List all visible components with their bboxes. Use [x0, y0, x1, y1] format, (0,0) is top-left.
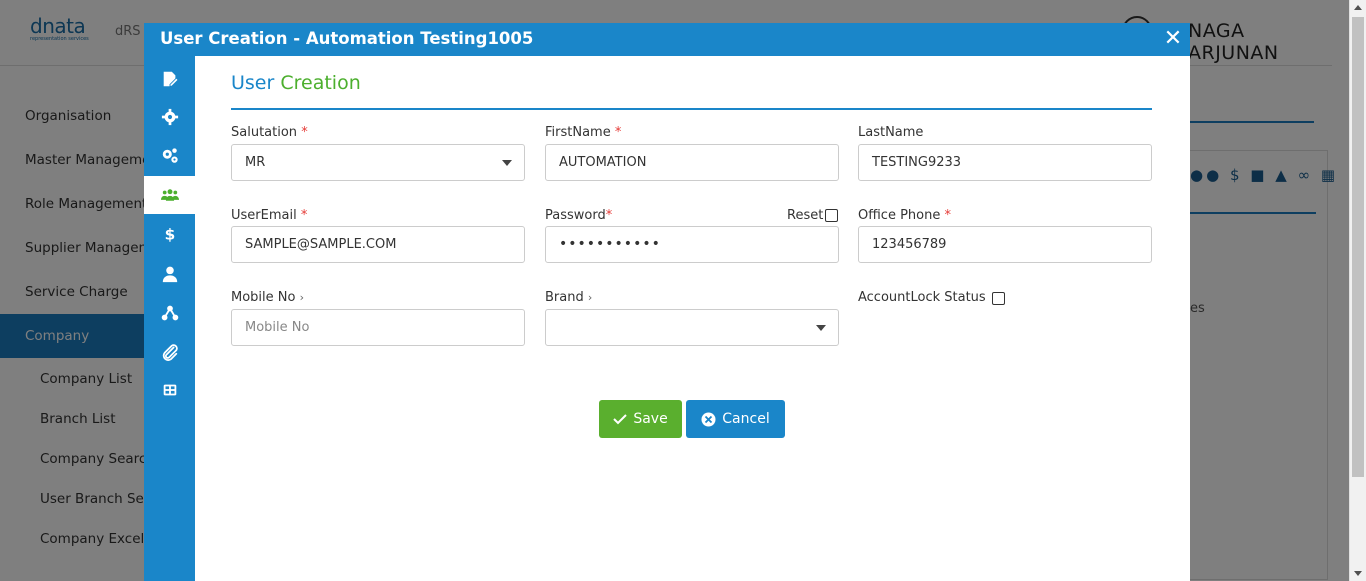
reset-label: Reset: [787, 208, 824, 223]
password-label: Password*: [545, 208, 612, 223]
mobile-no-input[interactable]: Mobile No: [231, 309, 525, 346]
nav-paperclip-icon[interactable]: [144, 333, 195, 371]
first-name-label: FirstName *: [545, 125, 621, 140]
salutation-select[interactable]: MR: [231, 144, 525, 181]
edit-icon: [163, 71, 179, 87]
nav-cog-icon[interactable]: [144, 98, 195, 136]
svg-text:$: $: [164, 225, 175, 243]
nav-edit-icon[interactable]: [144, 60, 195, 98]
salutation-label-text: Salutation: [231, 125, 298, 140]
scroll-thumb[interactable]: [1352, 17, 1364, 477]
mobile-no-label-text: Mobile No: [231, 290, 296, 305]
salutation-value: MR: [245, 155, 266, 170]
cogs-icon: [162, 148, 178, 163]
cancel-button[interactable]: Cancel: [686, 400, 785, 438]
user-email-label: UserEmail *: [231, 208, 307, 223]
salutation-label: Salutation *: [231, 125, 308, 140]
last-name-input[interactable]: TESTING9233: [858, 144, 1152, 181]
title-divider: [231, 108, 1152, 110]
modal-title: User Creation - Automation Testing1005: [160, 29, 534, 48]
nav-grid-icon[interactable]: [144, 371, 195, 409]
user-creation-modal: User Creation - Automation Testing1005 ✕…: [144, 23, 1190, 581]
scroll-down-arrow-icon[interactable]: [1354, 571, 1362, 576]
user-icon: [162, 266, 177, 283]
chevron-right-icon: ›: [587, 291, 593, 304]
password-label-text: Password: [545, 208, 606, 223]
brand-label: Brand ›: [545, 290, 592, 305]
required-marker: *: [301, 125, 308, 140]
sitemap-icon: [161, 305, 178, 321]
first-name-label-text: FirstName: [545, 125, 611, 140]
nav-user-icon[interactable]: [144, 255, 195, 293]
grid-icon: [163, 384, 176, 396]
scroll-up-arrow-icon[interactable]: [1354, 5, 1362, 10]
users-icon: [160, 189, 179, 201]
chevron-right-icon: ›: [299, 291, 305, 304]
nav-sitemap-icon[interactable]: [144, 294, 195, 332]
save-button[interactable]: Save: [599, 400, 682, 438]
user-email-label-text: UserEmail: [231, 208, 297, 223]
cancel-button-label: Cancel: [722, 411, 770, 427]
cancel-circle-icon: [701, 412, 716, 426]
form-title-part2: Creation: [280, 72, 361, 94]
office-phone-input[interactable]: 123456789: [858, 226, 1152, 263]
user-email-input[interactable]: SAMPLE@SAMPLE.COM: [231, 226, 525, 263]
paperclip-icon: [162, 344, 178, 361]
save-button-label: Save: [633, 411, 668, 427]
mobile-no-label: Mobile No ›: [231, 290, 304, 305]
cog-icon: [161, 108, 178, 126]
modal-header: User Creation - Automation Testing1005 ✕: [144, 23, 1190, 56]
form-title: User Creation: [231, 72, 361, 94]
nav-cogs-icon[interactable]: [144, 137, 195, 175]
page-scrollbar[interactable]: [1349, 0, 1366, 581]
close-icon[interactable]: ✕: [1162, 26, 1184, 52]
chevron-down-icon: [816, 325, 826, 331]
brand-label-text: Brand: [545, 290, 584, 305]
required-marker: *: [300, 208, 308, 223]
dollar-icon: $: [164, 225, 175, 243]
reset-checkbox[interactable]: [825, 209, 838, 222]
password-input[interactable]: •••••••••••: [545, 226, 839, 263]
first-name-input[interactable]: AUTOMATION: [545, 144, 839, 181]
required-marker: *: [605, 208, 613, 223]
required-marker: *: [944, 208, 952, 223]
nav-dollar-icon[interactable]: $: [144, 215, 195, 253]
account-lock-label: AccountLock Status: [858, 290, 986, 305]
check-icon: [613, 414, 628, 425]
account-lock-checkbox[interactable]: [992, 292, 1005, 305]
chevron-down-icon: [502, 160, 512, 166]
required-marker: *: [614, 125, 622, 140]
office-phone-label: Office Phone *: [858, 208, 951, 223]
last-name-label: LastName: [858, 125, 924, 140]
brand-select[interactable]: [545, 309, 839, 346]
form-title-part1: User: [231, 72, 275, 94]
nav-users-icon[interactable]: [144, 176, 195, 214]
modal-side-nav: $: [144, 56, 195, 581]
office-phone-label-text: Office Phone: [858, 208, 941, 223]
